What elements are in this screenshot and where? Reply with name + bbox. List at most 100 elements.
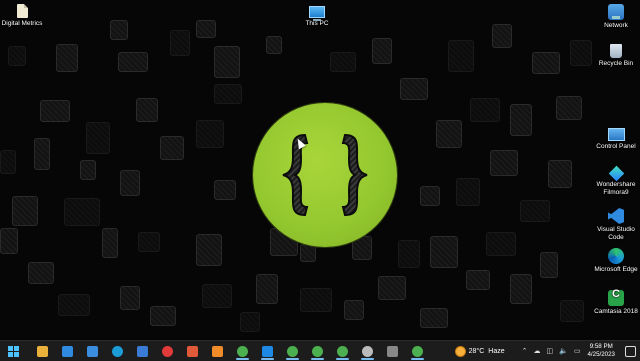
- edge-icon: [608, 248, 624, 264]
- taskbar-button[interactable]: [130, 341, 155, 361]
- wallpaper-tile: [420, 186, 440, 206]
- wallpaper-tile: [570, 40, 592, 66]
- wallpaper-tile: [58, 294, 90, 316]
- taskbar: 28°C Haze ⌃ ☁ ◫ 🔈 ▭ 9:58 PM 4/25/2023: [0, 340, 640, 361]
- wallpaper-tile: [466, 270, 490, 290]
- wallpaper-tile: [0, 228, 18, 254]
- wallpaper-tile: [532, 52, 560, 74]
- taskbar-button[interactable]: [255, 341, 280, 361]
- app-blue-icon: [262, 345, 273, 357]
- wallpaper-tile: [56, 44, 78, 72]
- taskbar-button[interactable]: [355, 341, 380, 361]
- desktop-icon-this-pc[interactable]: This PC: [295, 4, 339, 28]
- taskbar-button[interactable]: [280, 341, 305, 361]
- taskbar-button[interactable]: [105, 341, 130, 361]
- desktop-icon-control-panel[interactable]: Control Panel: [594, 128, 638, 151]
- desktop-icon-recycle-bin[interactable]: Recycle Bin: [594, 44, 638, 68]
- file-explorer-icon: [37, 345, 48, 357]
- opera-icon: [162, 345, 173, 357]
- wallpaper-tile: [12, 196, 38, 226]
- wallpaper-tile: [64, 198, 100, 226]
- weather-widget[interactable]: 28°C Haze: [455, 346, 505, 356]
- app-red-icon: [187, 345, 198, 357]
- taskbar-button[interactable]: [155, 341, 180, 361]
- notification-icon[interactable]: [625, 345, 636, 357]
- cloud-icon[interactable]: ☁: [534, 347, 541, 355]
- wallpaper-tile: [492, 24, 512, 48]
- computer-icon: [309, 6, 325, 21]
- desktop-icon-camtasia[interactable]: Camtasia 2018: [594, 290, 638, 316]
- wallpaper-tile: [34, 138, 50, 170]
- wallpaper-tile: [120, 170, 140, 196]
- wallpaper-tile: [214, 46, 240, 78]
- wallpaper-tile: [240, 312, 260, 332]
- wallpaper-tile: [214, 180, 236, 200]
- wallpaper-tile: [510, 104, 532, 136]
- mail-icon: [87, 345, 98, 357]
- wallpaper-tile: [136, 98, 158, 122]
- taskbar-button[interactable]: [330, 341, 355, 361]
- wallpaper-tile: [0, 150, 16, 174]
- taskbar-button[interactable]: [405, 341, 430, 361]
- wallpaper-tile: [110, 20, 128, 40]
- desktop-icon-label: Visual Studio Code: [597, 226, 635, 241]
- wallpaper-tile: [86, 122, 110, 154]
- desktop-icon-label: Digital Metrics: [1, 20, 43, 27]
- taskbar-button[interactable]: [230, 341, 255, 361]
- desktop-icon-label: Microsoft Edge: [594, 266, 638, 273]
- wallpaper-tile: [266, 36, 282, 54]
- file-icon: [16, 4, 28, 18]
- clock[interactable]: 9:58 PM 4/25/2023: [587, 343, 615, 359]
- recycle-bin-icon: [610, 44, 622, 58]
- desktop-icon-label: This PC: [305, 20, 329, 27]
- taskbar-apps: [30, 341, 430, 361]
- control-panel-icon: [607, 128, 625, 141]
- wallpaper-tile: [202, 284, 232, 308]
- wallpaper-tile: [102, 228, 118, 258]
- taskbar-button[interactable]: [180, 341, 205, 361]
- taskbar-button[interactable]: [205, 341, 230, 361]
- chrome-icon: [237, 345, 248, 357]
- desktop-icon-label: Control Panel: [596, 143, 636, 150]
- wallpaper-tile: [160, 136, 184, 160]
- wallpaper-tile: [548, 160, 572, 188]
- desktop-icon-label: Wondershare Filmora9: [596, 181, 636, 196]
- desktop-icon-label: Recycle Bin: [598, 60, 634, 67]
- chrome-icon: [412, 345, 423, 357]
- wallpaper-tile: [456, 178, 480, 206]
- wallpaper-tile: [436, 120, 462, 148]
- network-icon[interactable]: ◫: [547, 347, 554, 355]
- chevron-up-icon[interactable]: ⌃: [522, 347, 528, 355]
- wallpaper-tile: [448, 40, 474, 72]
- wallpaper-tile: [400, 78, 428, 100]
- battery-icon[interactable]: ▭: [574, 347, 581, 355]
- desktop-icon-network[interactable]: Network: [594, 4, 638, 30]
- wallpaper-tile: [330, 52, 356, 72]
- desktop-icon-vscode[interactable]: Visual Studio Code: [594, 208, 638, 241]
- wallpaper-tile: [40, 100, 70, 122]
- start-button[interactable]: [0, 341, 26, 361]
- obs-icon: [362, 345, 373, 357]
- taskbar-button[interactable]: [380, 341, 405, 361]
- wallpaper-tile: [540, 252, 558, 278]
- wallpaper-tile: [8, 46, 26, 66]
- taskbar-button[interactable]: [30, 341, 55, 361]
- system-tray: 28°C Haze ⌃ ☁ ◫ 🔈 ▭ 9:58 PM 4/25/2023: [455, 341, 640, 361]
- wallpaper-tile: [196, 234, 222, 266]
- chrome-icon: [312, 345, 323, 357]
- edge-icon: [112, 345, 123, 357]
- weather-temp: 28°C: [468, 347, 485, 355]
- taskbar-button[interactable]: [80, 341, 105, 361]
- weather-condition: Haze: [488, 347, 505, 355]
- taskbar-button[interactable]: [55, 341, 80, 361]
- wallpaper-tile: [118, 52, 148, 72]
- taskbar-button[interactable]: [305, 341, 330, 361]
- wallpaper-tile: [170, 30, 190, 56]
- speaker-icon[interactable]: 🔈: [559, 347, 568, 355]
- chrome-icon: [287, 345, 298, 357]
- desktop-icon-digital-metrics[interactable]: Digital Metrics: [0, 4, 44, 28]
- wallpaper-tile: [344, 300, 364, 320]
- desktop-icon-edge[interactable]: Microsoft Edge: [594, 248, 638, 274]
- wallpaper-tile: [560, 300, 584, 322]
- desktop-icon-filmora[interactable]: Wondershare Filmora9: [594, 165, 638, 196]
